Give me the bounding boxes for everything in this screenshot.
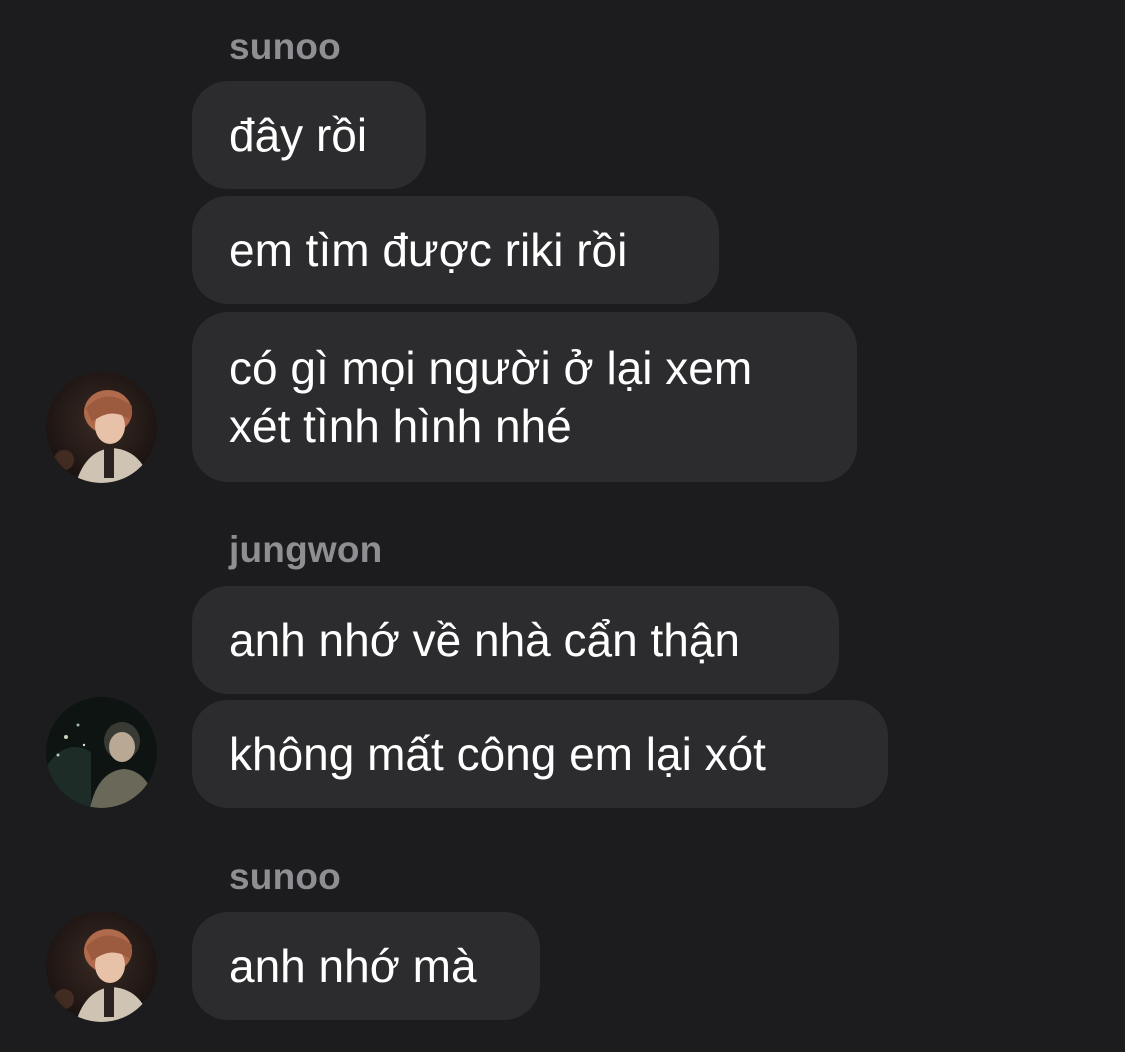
- message-bubble[interactable]: không mất công em lại xót: [192, 700, 888, 808]
- message-bubble[interactable]: em tìm được riki rồi: [192, 196, 719, 304]
- sender-name: jungwon: [229, 529, 383, 570]
- avatar-photo: [46, 911, 157, 1022]
- message-bubble[interactable]: có gì mọi người ở lại xem xét tình hình …: [192, 312, 857, 482]
- message-bubble[interactable]: anh nhớ về nhà cẩn thận: [192, 586, 839, 694]
- sunoo-avatar-icon[interactable]: [46, 911, 157, 1022]
- message-text: không mất công em lại xót: [229, 728, 766, 780]
- message-text: đây rồi: [229, 109, 368, 161]
- avatar-photo: [46, 372, 157, 483]
- chat-thread: sunoo đây rồi em tìm được riki rồi có gì…: [0, 0, 1125, 1052]
- message-text: em tìm được riki rồi: [229, 224, 628, 276]
- avatar-photo: [46, 697, 157, 808]
- message-text: anh nhớ mà: [229, 940, 477, 992]
- sunoo-avatar-icon[interactable]: [46, 372, 157, 483]
- sender-name: sunoo: [229, 856, 341, 897]
- message-text: anh nhớ về nhà cẩn thận: [229, 614, 741, 666]
- message-text-line: có gì mọi người ở lại xem: [229, 342, 753, 394]
- message-bubble[interactable]: anh nhớ mà: [192, 912, 540, 1020]
- sender-name: sunoo: [229, 26, 341, 67]
- message-bubble[interactable]: đây rồi: [192, 81, 426, 189]
- jungwon-avatar-icon[interactable]: [46, 697, 157, 808]
- message-text-line: xét tình hình nhé: [229, 400, 572, 452]
